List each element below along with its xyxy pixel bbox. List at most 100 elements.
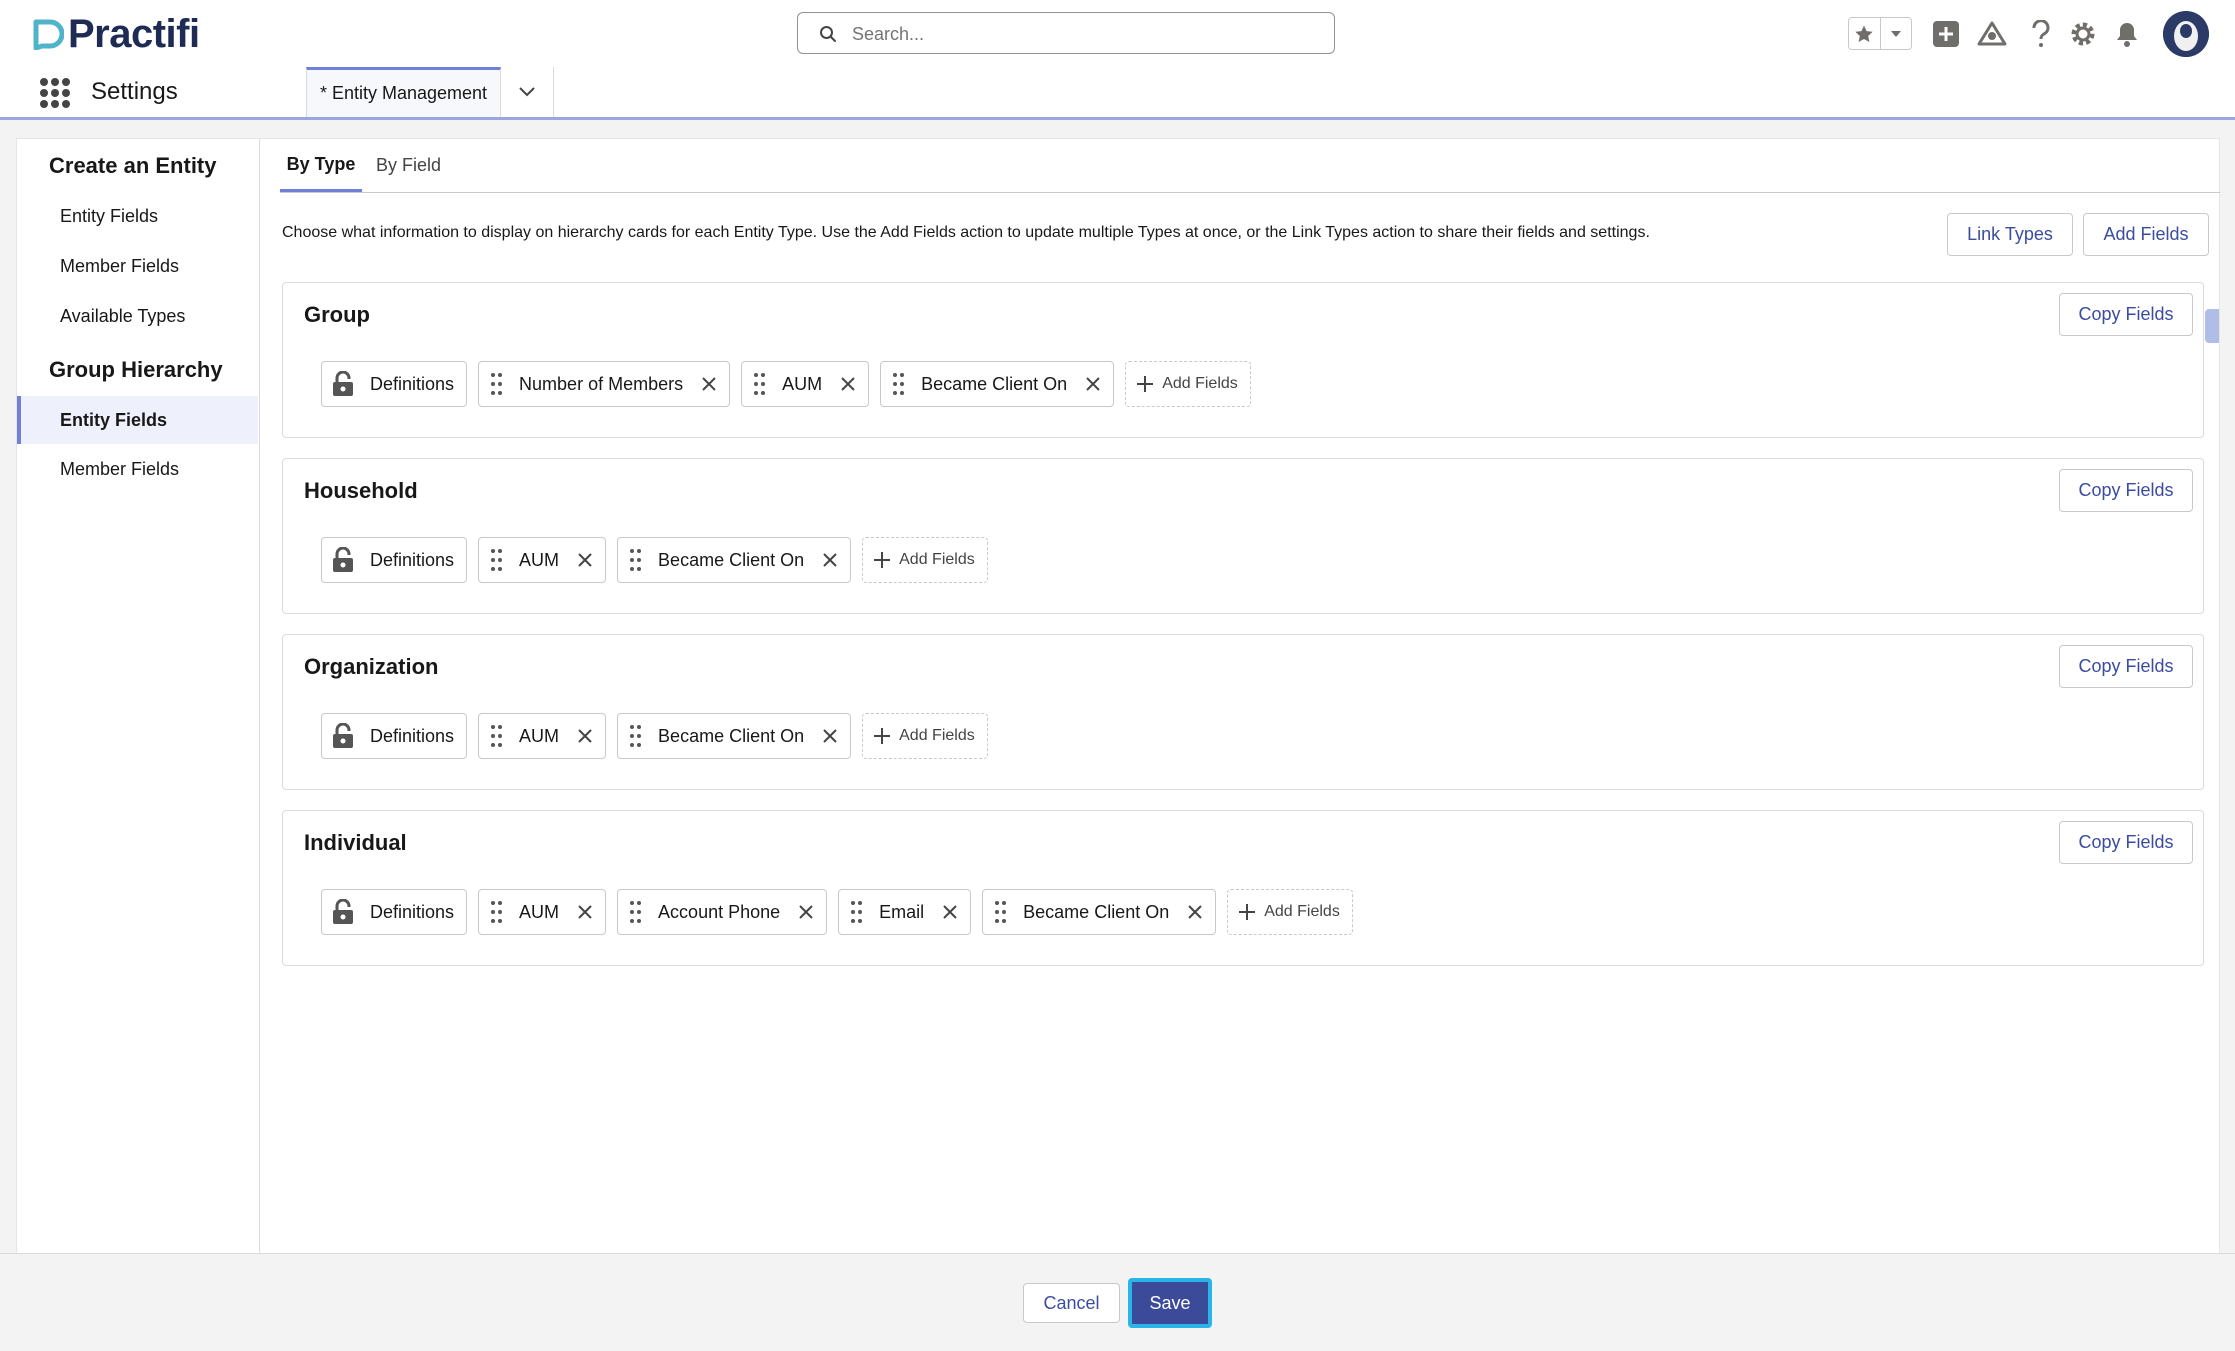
lock-icon — [332, 723, 354, 749]
remove-field-icon[interactable] — [840, 376, 856, 392]
view-tabs: By Type By Field — [280, 139, 2220, 193]
remove-field-icon[interactable] — [942, 904, 958, 920]
star-icon — [1855, 25, 1873, 42]
field-pill[interactable]: AUM — [478, 537, 607, 583]
practifi-logo[interactable]: Practifi — [32, 12, 200, 56]
cancel-button[interactable]: Cancel — [1023, 1283, 1120, 1323]
plus-icon — [874, 728, 891, 744]
remove-field-icon[interactable] — [701, 376, 717, 392]
remove-field-icon[interactable] — [822, 728, 838, 744]
app-name: Settings — [91, 78, 178, 105]
sidebar-item-hierarchy-entity-fields[interactable]: Entity Fields — [17, 396, 258, 444]
page-description: Choose what information to display on hi… — [282, 224, 1650, 241]
bell-icon — [2117, 23, 2137, 47]
drag-handle-icon[interactable] — [849, 901, 863, 923]
drag-handle-icon[interactable] — [628, 549, 642, 571]
field-pill-label: Definitions — [370, 373, 455, 394]
favorites-menu-button[interactable] — [1879, 18, 1912, 49]
remove-field-icon[interactable] — [577, 904, 593, 920]
drag-handle-icon[interactable] — [489, 373, 503, 395]
footer-actions: Cancel Save — [0, 1253, 2235, 1351]
remove-field-icon[interactable] — [1187, 904, 1203, 920]
save-button[interactable]: Save — [1128, 1278, 1212, 1328]
search-input[interactable] — [850, 13, 1324, 55]
drag-handle-icon[interactable] — [628, 901, 642, 923]
remove-field-icon[interactable] — [822, 552, 838, 568]
field-pill[interactable]: Email — [838, 889, 972, 935]
help-button[interactable] — [2024, 17, 2058, 51]
add-fields-button[interactable]: Add Fields — [2083, 213, 2209, 256]
avatar[interactable] — [2163, 11, 2209, 57]
field-pill[interactable]: AUM — [478, 713, 607, 759]
add-field-pill[interactable]: Add Fields — [862, 713, 988, 759]
add-field-label: Add Fields — [1264, 903, 1340, 920]
field-pill-label: Email — [879, 901, 925, 922]
panel-collapse-handle[interactable] — [2205, 309, 2219, 343]
card-title: Organization — [304, 654, 439, 679]
field-pill[interactable]: Became Client On — [880, 361, 1115, 407]
field-pill-locked: Definitions — [321, 713, 468, 759]
sidebar-item-available-types[interactable]: Available Types — [17, 292, 258, 340]
copy-fields-button[interactable]: Copy Fields — [2059, 293, 2193, 336]
setup-button[interactable] — [2066, 17, 2100, 51]
sidebar-item-create-member-fields[interactable]: Member Fields — [17, 242, 258, 290]
gear-icon — [2071, 22, 2095, 46]
global-actions-button[interactable] — [1929, 17, 1963, 51]
app-nav-bar: Settings * Entity Management — [0, 67, 2235, 120]
field-pill-label: Definitions — [370, 549, 455, 570]
plus-icon — [1137, 376, 1154, 392]
drag-handle-icon[interactable] — [489, 725, 503, 747]
remove-field-icon[interactable] — [577, 552, 593, 568]
drag-handle-icon[interactable] — [993, 901, 1007, 923]
field-pill[interactable]: Account Phone — [617, 889, 828, 935]
plus-icon — [1239, 904, 1256, 920]
field-pill[interactable]: Number of Members — [478, 361, 731, 407]
help-icon — [2032, 20, 2050, 47]
favorites-control — [1848, 17, 1912, 50]
field-pill[interactable]: Became Client On — [617, 713, 852, 759]
field-pill[interactable]: AUM — [741, 361, 870, 407]
user-avatar-icon — [2163, 11, 2209, 57]
copy-fields-button[interactable]: Copy Fields — [2059, 469, 2193, 512]
sidebar-item-create-entity-fields[interactable]: Entity Fields — [17, 192, 258, 240]
add-field-pill[interactable]: Add Fields — [1125, 361, 1251, 407]
link-types-button[interactable]: Link Types — [1947, 213, 2073, 256]
copy-fields-button[interactable]: Copy Fields — [2059, 645, 2193, 688]
entity-type-card-household: Household Copy Fields Definitions AUM Be… — [282, 458, 2204, 614]
tab-menu-button[interactable] — [501, 67, 554, 117]
tab-by-field[interactable]: By Field — [376, 139, 441, 192]
field-pill-list: Definitions AUM Account Phone Email Beca… — [321, 888, 1353, 936]
app-launcher-icon[interactable] — [40, 78, 70, 108]
remove-field-icon[interactable] — [1085, 376, 1101, 392]
notifications-button[interactable] — [2110, 17, 2144, 51]
field-pill[interactable]: AUM — [478, 889, 607, 935]
field-pill[interactable]: Became Client On — [982, 889, 1217, 935]
remove-field-icon[interactable] — [798, 904, 814, 920]
field-pill[interactable]: Became Client On — [617, 537, 852, 583]
copy-fields-button[interactable]: Copy Fields — [2059, 821, 2193, 864]
trailhead-button[interactable] — [1975, 17, 2009, 51]
entity-type-card-individual: Individual Copy Fields Definitions AUM A… — [282, 810, 2204, 966]
drag-handle-icon[interactable] — [752, 373, 766, 395]
chevron-down-icon — [1890, 30, 1901, 37]
remove-field-icon[interactable] — [577, 728, 593, 744]
field-pill-label: AUM — [782, 373, 823, 394]
add-field-pill[interactable]: Add Fields — [1227, 889, 1353, 935]
drag-handle-icon[interactable] — [628, 725, 642, 747]
add-field-pill[interactable]: Add Fields — [862, 537, 988, 583]
field-pill-list: Definitions AUM Became Client On Add Fie… — [321, 536, 988, 584]
field-pill-label: Became Client On — [658, 549, 805, 570]
drag-handle-icon[interactable] — [489, 901, 503, 923]
add-field-label: Add Fields — [1162, 375, 1238, 392]
global-search[interactable] — [797, 12, 1335, 55]
card-title: Household — [304, 478, 418, 503]
drag-handle-icon[interactable] — [489, 549, 503, 571]
field-pill-label: Became Client On — [921, 373, 1068, 394]
drag-handle-icon[interactable] — [891, 373, 905, 395]
favorites-button[interactable] — [1849, 18, 1880, 49]
plus-icon — [874, 552, 891, 568]
field-pill-locked: Definitions — [321, 537, 468, 583]
tab-entity-management[interactable]: * Entity Management — [306, 67, 501, 117]
sidebar-item-hierarchy-member-fields[interactable]: Member Fields — [17, 445, 258, 493]
tab-by-type[interactable]: By Type — [280, 139, 362, 192]
